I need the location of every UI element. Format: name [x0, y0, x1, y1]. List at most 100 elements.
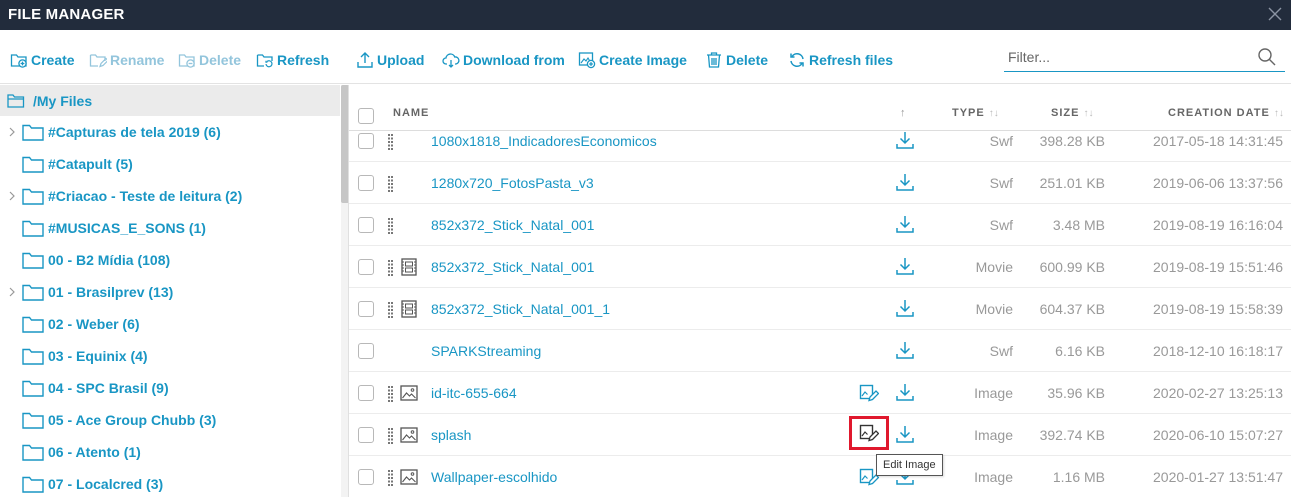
image-icon: [400, 385, 418, 401]
file-name-link[interactable]: id-itc-655-664: [431, 385, 517, 401]
file-name-link[interactable]: splash: [431, 427, 471, 443]
sidebar-folder-item[interactable]: 04 - SPC Brasil (9): [0, 372, 340, 404]
row-checkbox[interactable]: [358, 385, 374, 401]
file-name-link[interactable]: Wallpaper-escolhido: [431, 469, 557, 485]
download-icon[interactable]: [895, 298, 915, 318]
file-name-link[interactable]: 852x372_Stick_Natal_001_1: [431, 301, 610, 317]
row-checkbox[interactable]: [358, 259, 374, 275]
row-checkbox[interactable]: [358, 133, 374, 149]
refresh-files-button[interactable]: Refresh files: [788, 50, 893, 70]
file-name-link[interactable]: 852x372_Stick_Natal_001: [431, 217, 594, 233]
drag-handle-icon[interactable]: [388, 260, 393, 276]
sidebar-folder-item[interactable]: #Criacao - Teste de leitura (2): [0, 180, 340, 212]
sort-name-icon[interactable]: ↑: [900, 107, 907, 119]
folder-icon: [22, 124, 44, 141]
file-creation-date: 2018-12-10 16:18:17: [1153, 343, 1283, 359]
sidebar-folder-item[interactable]: 05 - Ace Group Chubb (3): [0, 404, 340, 436]
root-folder[interactable]: /My Files: [0, 85, 340, 116]
sidebar-scrollbar-thumb[interactable]: [341, 85, 348, 203]
file-name-link[interactable]: SPARKStreaming: [431, 343, 541, 359]
file-row[interactable]: 852x372_Stick_Natal_001 Swf 3.48 MB 2019-08…: [349, 204, 1291, 246]
download-icon[interactable]: [895, 214, 915, 234]
file-name-link[interactable]: 852x372_Stick_Natal_001: [431, 259, 594, 275]
edit-image-button[interactable]: [849, 416, 889, 450]
sidebar-folder-item[interactable]: #Catapult (5): [0, 148, 340, 180]
image-icon: [400, 469, 418, 485]
close-icon[interactable]: [1265, 4, 1285, 24]
file-size: 3.48 MB: [1052, 217, 1105, 233]
create-image-button[interactable]: Create Image: [578, 50, 687, 70]
download-icon[interactable]: [895, 256, 915, 276]
row-checkbox[interactable]: [358, 301, 374, 317]
row-checkbox[interactable]: [358, 343, 374, 359]
drag-handle-icon[interactable]: [388, 218, 393, 234]
filter-input[interactable]: [1008, 46, 1248, 68]
download-icon[interactable]: [895, 172, 915, 192]
rename-folder-button[interactable]: Rename: [89, 50, 164, 70]
folder-refresh-icon: [256, 54, 273, 68]
sidebar-scrollbar[interactable]: [341, 85, 348, 497]
file-row[interactable]: 852x372_Stick_Natal_001_1 Movie 604.37 KB 2…: [349, 288, 1291, 330]
sidebar-folder-label: #Criacao - Teste de leitura (2): [48, 188, 243, 204]
download-from-label: Download from: [463, 52, 565, 68]
delete-folder-button[interactable]: Delete: [178, 50, 241, 70]
image-icon: [400, 427, 418, 443]
sidebar-folder-item[interactable]: 06 - Atento (1): [0, 436, 340, 468]
download-icon[interactable]: [895, 340, 915, 360]
folder-icon: [22, 316, 44, 333]
drag-handle-icon[interactable]: [388, 470, 393, 486]
sidebar-folder-item[interactable]: 01 - Brasilprev (13): [0, 276, 340, 308]
file-row[interactable]: id-itc-655-664 Image 35.96 KB 2020-02-27 13…: [349, 372, 1291, 414]
file-row[interactable]: Wallpaper-escolhido Image 1.16 MB 2020-01-2…: [349, 456, 1291, 497]
drag-handle-icon[interactable]: [388, 134, 393, 150]
sidebar-folder-item[interactable]: #MUSICAS_E_SONS (1): [0, 212, 340, 244]
download-icon[interactable]: [895, 382, 915, 402]
file-type: Image: [974, 385, 1013, 401]
drag-handle-icon[interactable]: [388, 386, 393, 402]
download-icon[interactable]: [895, 130, 915, 150]
file-name-link[interactable]: 1280x720_FotosPasta_v3: [431, 175, 594, 191]
refresh-folders-button[interactable]: Refresh: [256, 50, 329, 70]
download-from-button[interactable]: Download from: [442, 50, 565, 70]
chevron-right-icon[interactable]: [8, 127, 16, 137]
row-checkbox[interactable]: [358, 217, 374, 233]
sidebar-folder-label: 00 - B2 Mídia (108): [48, 252, 171, 268]
drag-handle-icon[interactable]: [388, 302, 393, 318]
image-add-icon: [578, 52, 596, 69]
sidebar-folder-item[interactable]: 07 - Localcred (3): [0, 468, 340, 497]
drag-handle-icon[interactable]: [388, 176, 393, 192]
row-checkbox[interactable]: [358, 469, 374, 485]
chevron-right-icon[interactable]: [8, 191, 16, 201]
folder-icon: [22, 156, 44, 173]
create-folder-button[interactable]: Create: [10, 50, 75, 70]
search-icon[interactable]: [1257, 47, 1277, 67]
sidebar-folder-item[interactable]: 00 - B2 Mídia (108): [0, 244, 340, 276]
file-row[interactable]: 852x372_Stick_Natal_001 Movie 600.99 KB 201…: [349, 246, 1291, 288]
edit-image-button[interactable]: [857, 382, 881, 404]
sidebar-folder-item[interactable]: 02 - Weber (6): [0, 308, 340, 340]
download-icon[interactable]: [895, 424, 915, 444]
file-row[interactable]: SPARKStreaming Swf 6.16 KB 2018-12-10 16:18…: [349, 330, 1291, 372]
chevron-right-icon[interactable]: [8, 287, 16, 297]
sidebar-folder-item[interactable]: 03 - Equinix (4): [0, 340, 340, 372]
folder-icon: [22, 412, 44, 429]
upload-button[interactable]: Upload: [356, 50, 424, 70]
file-size: 1.16 MB: [1052, 469, 1105, 485]
row-checkbox[interactable]: [358, 427, 374, 443]
sidebar-folder-item[interactable]: #Capturas de tela 2019 (6): [0, 116, 340, 148]
file-row[interactable]: 1080x1818_IndicadoresEconomicos Swf 398.28…: [349, 120, 1291, 162]
file-type: Swf: [989, 175, 1013, 191]
file-name-link[interactable]: 1080x1818_IndicadoresEconomicos: [431, 133, 657, 149]
delete-files-button[interactable]: Delete: [705, 50, 768, 70]
file-row[interactable]: splash Image 392.74 KB 2020-06-10 15:07:27: [349, 414, 1291, 456]
column-creation-date[interactable]: CREATION DATE ↑↓: [1168, 107, 1284, 119]
drag-handle-icon[interactable]: [388, 428, 393, 444]
column-size[interactable]: SIZE ↑↓: [1051, 107, 1093, 119]
file-type: Image: [974, 469, 1013, 485]
file-row[interactable]: 1280x720_FotosPasta_v3 Swf 251.01 KB 2019-0…: [349, 162, 1291, 204]
sidebar-folder-label: 02 - Weber (6): [48, 316, 140, 332]
row-checkbox[interactable]: [358, 175, 374, 191]
column-name[interactable]: NAME: [393, 107, 429, 119]
folder-icon: [22, 444, 44, 461]
column-type[interactable]: TYPE ↑↓: [952, 107, 999, 119]
